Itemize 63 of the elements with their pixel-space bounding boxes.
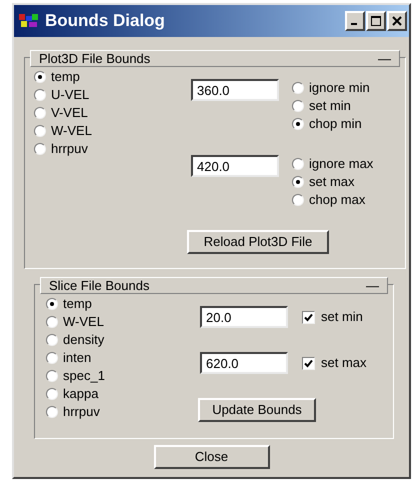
close-icon [392,16,402,26]
radio-label: chop min [309,115,362,134]
checkbox-label: set min [321,308,363,326]
radio-label: spec_1 [63,367,105,386]
radio-label: density [63,331,104,350]
radio-label: temp [51,68,80,86]
radio-label: chop max [309,191,366,210]
radio-button[interactable] [46,316,58,328]
radio-label: set min [309,97,351,116]
radio-label: hrrpuv [63,403,100,422]
radio-button[interactable] [34,125,46,137]
radio-button[interactable] [292,194,304,206]
input-field[interactable]: 420.0 [191,155,279,177]
app-icon [19,14,39,28]
radio-label: W-VEL [63,313,104,332]
radio-label: ignore max [309,155,374,174]
radio-label: inten [63,349,92,368]
radio-button[interactable] [46,388,58,400]
radio-button[interactable] [46,352,58,364]
input-field[interactable]: 360.0 [191,79,279,101]
input-field[interactable]: 620.0 [200,352,288,374]
radio-label: set max [309,173,355,192]
radio-button[interactable] [46,298,58,310]
radio-button[interactable] [46,370,58,382]
radio-button[interactable] [292,82,304,94]
radio-button[interactable] [34,143,46,155]
radio-button[interactable] [292,158,304,170]
check-icon [304,358,313,368]
window-title: Bounds Dialog [45,10,166,32]
checkbox-label: set max [321,354,367,372]
radio-label: V-VEL [51,104,88,122]
radio-button[interactable] [46,334,58,346]
radio-button[interactable] [292,100,304,112]
radio-button[interactable] [292,118,304,130]
radio-label: ignore min [309,79,370,98]
panel-title: Slice File Bounds [49,276,150,295]
radio-button[interactable] [46,406,58,418]
minimize-icon [351,23,357,25]
radio-label: U-VEL [51,86,90,104]
check-icon [304,312,313,322]
radio-button[interactable] [34,107,46,119]
checkbox[interactable] [302,310,315,324]
reload-button[interactable]: Reload Plot3D File [187,230,329,254]
collapse-toggle[interactable]: — [366,276,379,296]
update-bounds-button[interactable]: Update Bounds [198,398,316,422]
maximize-icon [371,16,381,26]
panel-header[interactable]: Plot3D File Bounds — [30,50,400,67]
radio-button[interactable] [34,71,46,83]
panel-title: Plot3D File Bounds [39,50,150,68]
checkbox[interactable] [302,356,315,370]
radio-label: temp [63,295,92,314]
minimize-button[interactable] [345,11,365,31]
collapse-toggle[interactable]: — [378,48,391,68]
maximize-button[interactable] [366,11,386,31]
close-button[interactable] [387,11,407,31]
radio-label: hrrpuv [51,140,88,158]
radio-label: W-VEL [51,122,92,140]
input-field[interactable]: 20.0 [200,306,288,328]
panel-header[interactable]: Slice File Bounds — [40,277,388,294]
radio-label: kappa [63,385,98,404]
close-button[interactable]: Close [154,445,270,469]
radio-button[interactable] [292,176,304,188]
radio-button[interactable] [34,89,46,101]
